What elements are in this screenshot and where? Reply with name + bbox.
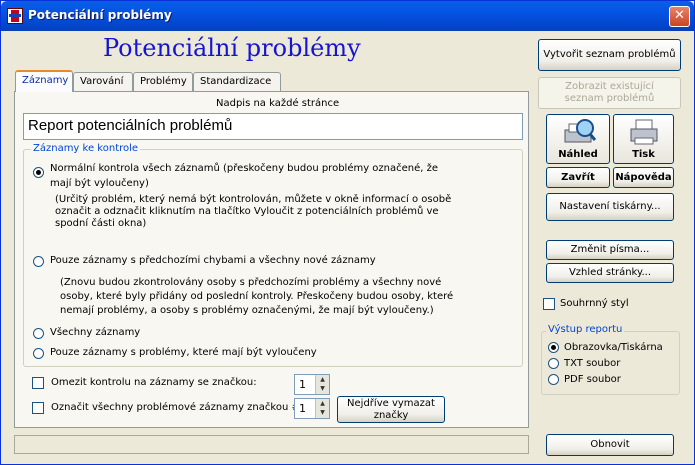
radio-normal-label: Normální kontrola všech záznamů (přeskoč… <box>50 163 439 174</box>
tab-records[interactable]: Záznamy <box>15 70 73 92</box>
down-arrow-icon[interactable]: ▼ <box>316 408 329 417</box>
radio-txt-file[interactable] <box>548 358 559 369</box>
radio-excluded-label: Pouze záznamy s problémy, které mají být… <box>50 347 317 358</box>
up-arrow-icon[interactable]: ▲ <box>316 375 329 384</box>
preview-button[interactable]: Náhled <box>546 114 610 164</box>
radio-previous-label: Pouze záznamy s předchozími chybami a vš… <box>50 255 376 266</box>
refresh-button[interactable]: Obnovit <box>546 434 674 456</box>
page-title: Potenciální problémy <box>103 34 361 62</box>
limit-checkbox[interactable] <box>32 377 44 389</box>
output-legend: Výstup reportu <box>546 324 625 335</box>
mark-value: 1 <box>299 402 306 415</box>
radio-pdf-file[interactable] <box>548 374 559 385</box>
note-previous-1: (Znovu budou zkontrolovány osoby s předc… <box>60 277 442 288</box>
title-bar: Potenciální problémy ✕ <box>1 1 694 31</box>
note-normal-3: spodní části okna) <box>55 218 147 229</box>
change-fonts-button[interactable]: Změnit písma... <box>546 240 674 260</box>
window: Potenciální problémy ✕ Potenciální probl… <box>0 0 695 465</box>
summary-style-label: Souhrnný styl <box>560 298 629 309</box>
note-previous-3: nemají problémy, a osoby s problémy ozna… <box>60 305 434 316</box>
create-list-button[interactable]: Vytvořit seznam problémů <box>538 39 681 71</box>
limit-label: Omezit kontrolu na záznamy se značkou: <box>51 377 257 388</box>
mark-stepper[interactable]: 1 ▲ ▼ <box>294 398 330 419</box>
radio-all-label: Všechny záznamy <box>50 327 141 338</box>
radio-previous-errors[interactable] <box>33 256 44 267</box>
printer-setup-button[interactable]: Nastavení tiskárny... <box>546 193 674 221</box>
header-label: Nadpis na každé stránce <box>216 98 340 109</box>
tab-problems[interactable]: Problémy <box>133 72 193 91</box>
output-option-txt: TXT soubor <box>564 358 621 369</box>
tab-standardization[interactable]: Standardizace <box>193 72 281 91</box>
show-list-button[interactable]: Zobrazit existující seznam problémů <box>538 77 681 109</box>
mark-label: Označit všechny problémové záznamy značk… <box>51 402 304 413</box>
print-button[interactable]: Tisk <box>613 114 674 164</box>
radio-all-records[interactable] <box>33 328 44 339</box>
down-arrow-icon[interactable]: ▼ <box>316 384 329 393</box>
note-previous-2: osoby, které byly přidány od poslední ko… <box>60 291 454 302</box>
radio-normal-check[interactable] <box>33 167 44 178</box>
mark-checkbox[interactable] <box>32 402 44 414</box>
app-shield-icon <box>7 8 23 24</box>
print-label: Tisk <box>632 149 655 160</box>
close-icon[interactable]: ✕ <box>669 6 690 27</box>
page-setup-button[interactable]: Vzhled stránky... <box>546 263 674 283</box>
up-arrow-icon[interactable]: ▲ <box>316 399 329 408</box>
radio-excluded-only[interactable] <box>33 348 44 359</box>
magnifier-printer-icon <box>564 119 597 143</box>
window-title: Potenciální problémy <box>28 8 172 22</box>
radio-screen-printer[interactable] <box>548 342 559 353</box>
radio-normal-label-2: mají být vyloučeny) <box>50 178 149 189</box>
status-bar <box>14 435 529 454</box>
summary-style-checkbox[interactable] <box>543 298 555 310</box>
header-input[interactable]: Report potenciálních problémů <box>23 113 523 140</box>
close-button[interactable]: Zavřít <box>546 167 610 188</box>
output-option-screen: Obrazovka/Tiskárna <box>564 342 663 353</box>
output-option-pdf: PDF soubor <box>564 374 621 385</box>
limit-stepper[interactable]: 1 ▲ ▼ <box>294 374 330 395</box>
printer-icon <box>630 119 658 145</box>
records-legend: Záznamy ke kontrole <box>31 143 141 154</box>
help-button[interactable]: Nápověda <box>613 167 674 188</box>
limit-value: 1 <box>299 378 306 391</box>
clear-marks-button[interactable]: Nejdříve vymazat značky <box>337 396 445 423</box>
preview-label: Náhled <box>558 149 598 160</box>
tab-warnings[interactable]: Varování <box>73 72 133 91</box>
